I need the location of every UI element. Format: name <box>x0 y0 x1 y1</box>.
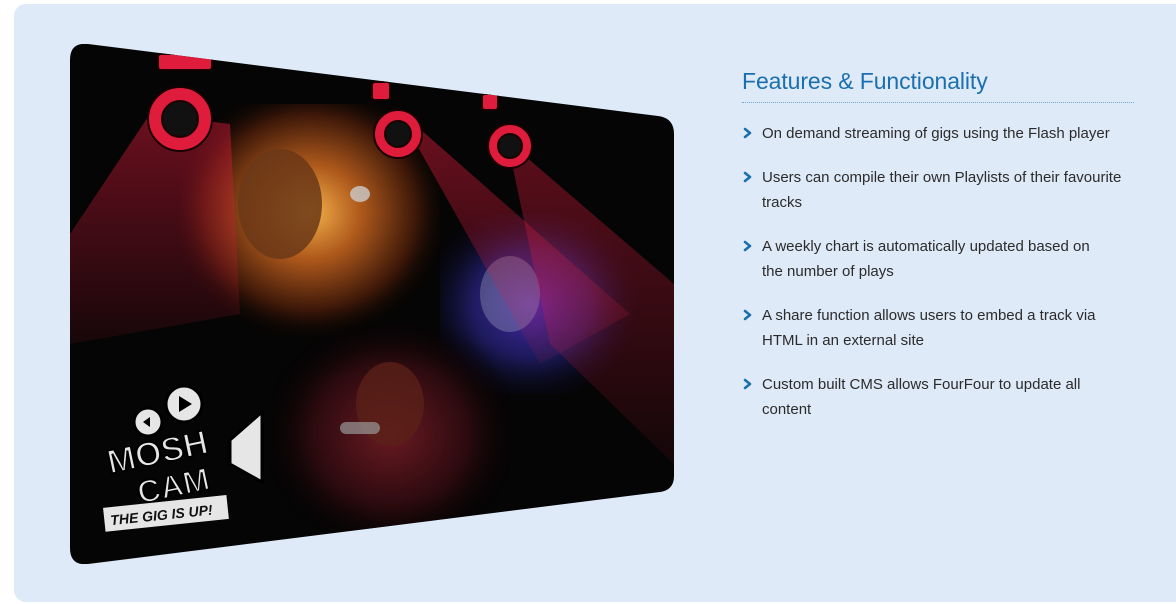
chevron-right-icon <box>743 240 752 252</box>
feature-item: A share function allows users to embed a… <box>742 303 1134 353</box>
feature-item: Custom built CMS allows FourFour to upda… <box>742 372 1134 422</box>
feature-text: Users can compile their own Playlists of… <box>762 169 1122 211</box>
chevron-right-icon <box>743 309 752 321</box>
chevron-right-icon <box>743 127 752 139</box>
moshcam-showcase-image: MOSH CAM THE GIG IS UP! <box>70 44 674 564</box>
feature-text: Custom built CMS allows FourFour to upda… <box>762 376 1081 418</box>
features-section: Features & Functionality On demand strea… <box>742 66 1134 441</box>
features-title: Features & Functionality <box>742 66 1134 103</box>
feature-list: On demand streaming of gigs using the Fl… <box>742 121 1134 422</box>
chevron-right-icon <box>743 378 752 390</box>
feature-item: A weekly chart is automatically updated … <box>742 234 1134 284</box>
spotlight-icon <box>147 53 213 152</box>
feature-item: On demand streaming of gigs using the Fl… <box>742 121 1134 146</box>
feature-text: A share function allows users to embed a… <box>762 307 1096 349</box>
feature-item: Users can compile their own Playlists of… <box>742 165 1134 215</box>
chevron-right-icon <box>743 171 752 183</box>
feature-text: A weekly chart is automatically updated … <box>762 238 1090 280</box>
feature-text: On demand streaming of gigs using the Fl… <box>762 125 1110 142</box>
